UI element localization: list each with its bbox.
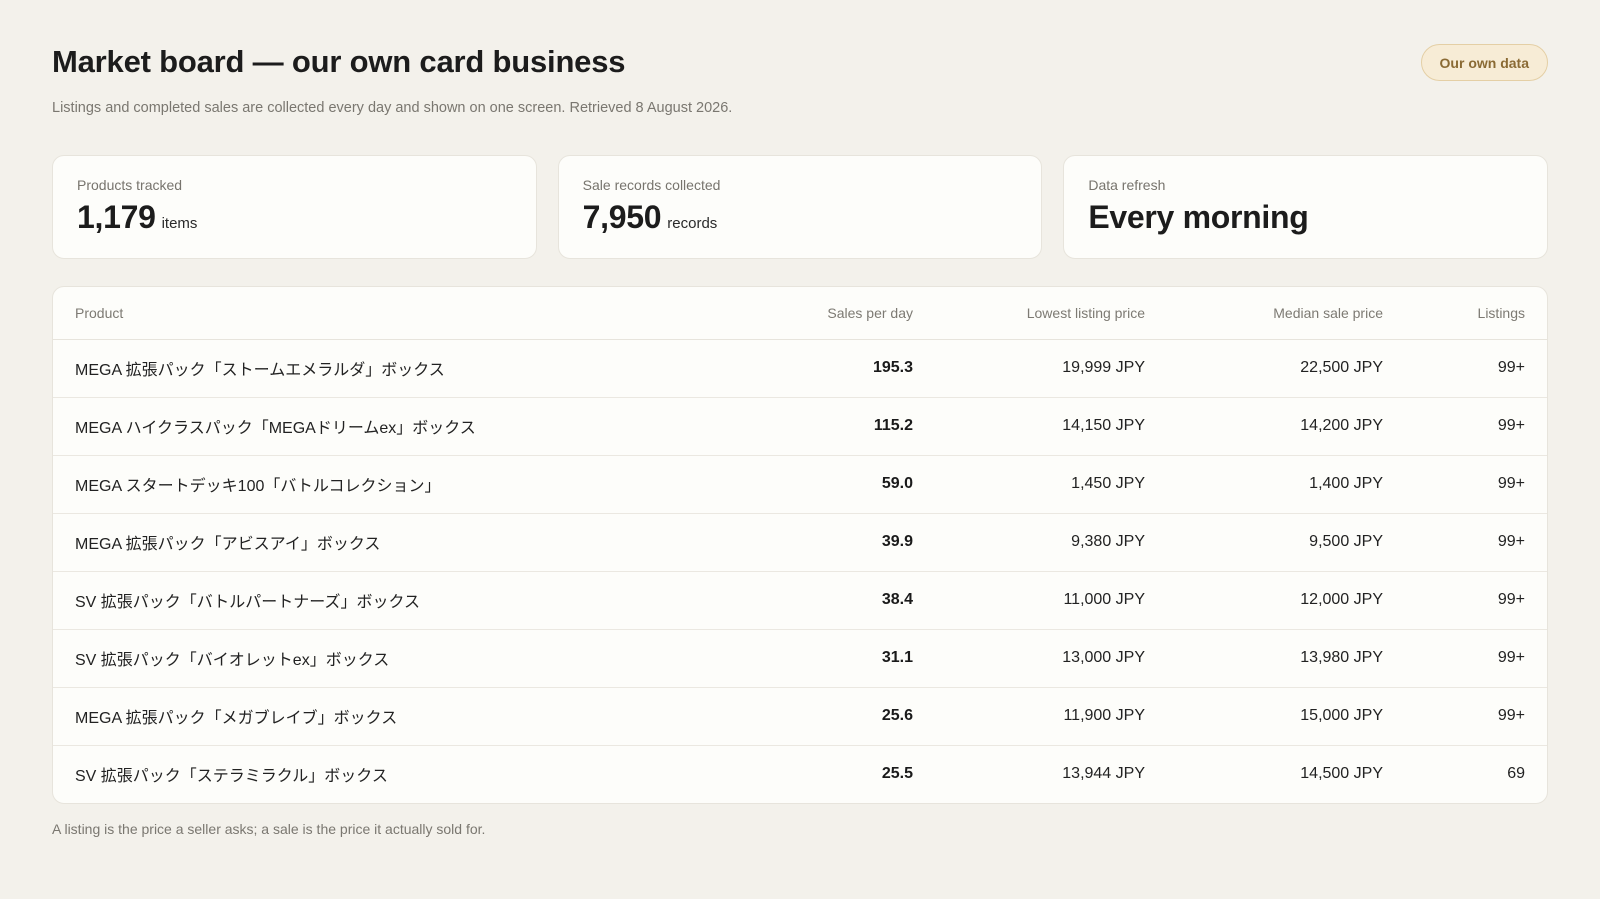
- listings-cell: 99+: [1405, 513, 1547, 572]
- market-board-page: Market board — our own card business Lis…: [0, 0, 1600, 899]
- lowest-listing-price-cell: 13,944 JPY: [1062, 765, 1145, 783]
- table-row[interactable]: MEGA 拡張パック「ストームエメラルダ」ボックス 195.3 19,999 JPY…: [53, 339, 1547, 398]
- stat-value: 7,950: [582, 199, 662, 235]
- listings-cell: 99+: [1405, 629, 1547, 688]
- footnote: A listing is the price a seller asks; a …: [52, 821, 486, 837]
- listings-cell: 99+: [1405, 397, 1547, 456]
- column-header-lowest-listing-price[interactable]: Lowest listing price: [913, 287, 1167, 340]
- stat-label: Data refresh: [1088, 177, 1166, 193]
- median-sale-price-cell: 9,500 JPY: [1167, 513, 1405, 572]
- stat-card-products: Products tracked 1,179 items: [52, 155, 537, 259]
- sales-per-day-cell: 39.9: [773, 513, 913, 572]
- median-sale-price-cell: 13,980 JPY: [1167, 629, 1405, 688]
- listings-cell: 69: [1507, 765, 1525, 783]
- listings-cell: 99+: [1405, 455, 1547, 514]
- product-name-cell: MEGA 拡張パック「ストームエメラルダ」ボックス: [53, 339, 773, 398]
- column-header-sales-per-day[interactable]: Sales per day: [773, 287, 913, 340]
- table-body: MEGA 拡張パック「ストームエメラルダ」ボックス 195.3 19,999 JPY…: [53, 339, 1547, 803]
- stat-unit: items: [161, 215, 198, 232]
- page-header: Market board — our own card business Lis…: [52, 0, 1548, 155]
- median-sale-price-cell: 14,500 JPY: [1300, 765, 1383, 783]
- sales-per-day-cell: 31.1: [773, 629, 913, 688]
- sales-per-day-cell: 59.0: [773, 455, 913, 514]
- lowest-listing-price-cell: 1,450 JPY: [913, 455, 1167, 514]
- table-header-row: Product Sales per day Lowest listing pri…: [53, 287, 1547, 340]
- sales-per-day-cell: 195.3: [773, 339, 913, 398]
- column-header-product[interactable]: Product: [53, 287, 773, 340]
- median-sale-price-cell: 1,400 JPY: [1167, 455, 1405, 514]
- stat-label: Sale records collected: [582, 177, 721, 193]
- stats-row: Products tracked 1,179 items Sale record…: [52, 155, 1549, 259]
- lowest-listing-price-cell: 14,150 JPY: [913, 397, 1167, 456]
- stat-value-row: 7,950 records: [583, 199, 1018, 236]
- lowest-listing-price-cell: 13,000 JPY: [913, 629, 1167, 688]
- median-sale-price-cell: 14,200 JPY: [1167, 397, 1405, 456]
- column-header-listings[interactable]: Listings: [1405, 287, 1547, 340]
- listings-cell: 99+: [1405, 571, 1547, 630]
- page-title: Market board — our own card business: [52, 44, 626, 79]
- stat-value-row: Every morning: [1088, 199, 1523, 236]
- stat-value-row: 1,179 items: [77, 199, 512, 236]
- table-row[interactable]: SV 拡張パック「ステラミラクル」ボックス 25.5 13,944 JPY 14,50…: [53, 745, 1547, 803]
- sales-per-day-cell: 25.5: [881, 765, 913, 783]
- median-sale-price-cell: 12,000 JPY: [1167, 571, 1405, 630]
- stat-unit: records: [667, 215, 718, 232]
- table-row[interactable]: SV 拡張パック「バトルパートナーズ」ボックス 38.4 11,000 JPY 12,…: [53, 571, 1547, 630]
- stat-card-sale-records: Sale records collected 7,950 records: [557, 155, 1043, 259]
- stat-value: Every morning: [1088, 199, 1309, 235]
- stat-card-data-refresh: Data refresh Every morning: [1063, 155, 1549, 259]
- table-row[interactable]: MEGA 拡張パック「メガブレイブ」ボックス 25.6 11,900 JPY 15,0…: [53, 687, 1547, 746]
- stat-value: 1,179: [77, 199, 156, 235]
- product-name-cell: MEGA 拡張パック「アビスアイ」ボックス: [53, 513, 773, 572]
- lowest-listing-price-cell: 11,000 JPY: [913, 571, 1167, 630]
- sales-per-day-cell: 38.4: [773, 571, 913, 630]
- lowest-listing-price-cell: 11,900 JPY: [913, 687, 1167, 746]
- lowest-listing-price-cell: 19,999 JPY: [913, 339, 1167, 398]
- stat-label: Products tracked: [77, 177, 183, 193]
- table-row[interactable]: SV 拡張パック「バイオレットex」ボックス 31.1 13,000 JPY 13,9…: [53, 629, 1547, 688]
- product-name-cell: MEGA ハイクラスパック「MEGAドリームex」ボックス: [53, 397, 773, 456]
- product-name-cell: SV 拡張パック「バイオレットex」ボックス: [53, 629, 773, 688]
- product-name-cell: MEGA スタートデッキ100「バトルコレクション」: [53, 455, 773, 514]
- product-name-cell: SV 拡張パック「バトルパートナーズ」ボックス: [53, 571, 773, 630]
- median-sale-price-cell: 22,500 JPY: [1167, 339, 1405, 398]
- table-row[interactable]: MEGA 拡張パック「アビスアイ」ボックス 39.9 9,380 JPY 9,500 …: [53, 513, 1547, 572]
- table-row[interactable]: MEGA ハイクラスパック「MEGAドリームex」ボックス 115.2 14,150…: [53, 397, 1547, 456]
- products-table: Product Sales per day Lowest listing pri…: [53, 287, 1547, 803]
- product-name-cell: MEGA 拡張パック「メガブレイブ」ボックス: [53, 687, 773, 746]
- table-row[interactable]: MEGA スタートデッキ100「バトルコレクション」 59.0 1,450 JPY 1…: [53, 455, 1547, 514]
- sales-per-day-cell: 25.6: [773, 687, 913, 746]
- lowest-listing-price-cell: 9,380 JPY: [913, 513, 1167, 572]
- own-data-badge: Our own data: [1420, 44, 1548, 81]
- listings-cell: 99+: [1405, 339, 1547, 398]
- page-subtitle: Listings and completed sales are collect…: [52, 100, 733, 116]
- products-table-card: Product Sales per day Lowest listing pri…: [52, 286, 1548, 804]
- listings-cell: 99+: [1405, 687, 1547, 746]
- sales-per-day-cell: 115.2: [773, 397, 913, 456]
- median-sale-price-cell: 15,000 JPY: [1167, 687, 1405, 746]
- product-name-cell: SV 拡張パック「ステラミラクル」ボックス: [75, 768, 388, 786]
- column-header-median-sale-price[interactable]: Median sale price: [1167, 287, 1405, 340]
